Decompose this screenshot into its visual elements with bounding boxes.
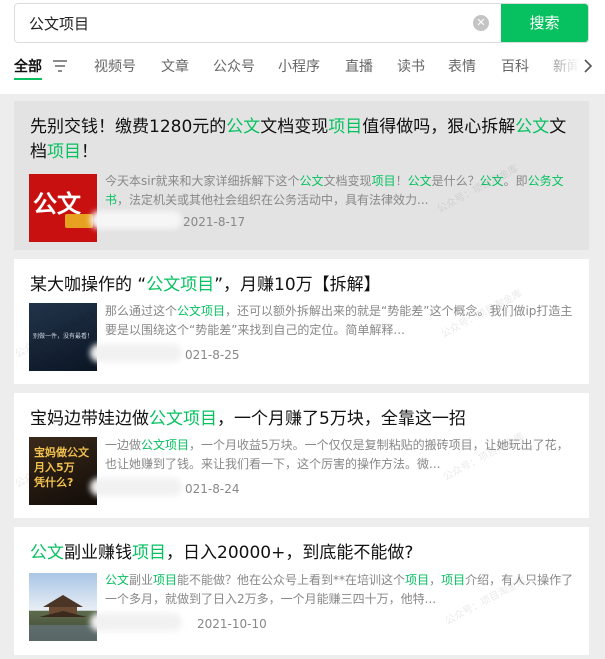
highlighted-keyword: 项目 bbox=[153, 573, 178, 587]
highlighted-keyword: 项目 bbox=[441, 573, 466, 587]
tab-live[interactable]: 直播 bbox=[345, 56, 373, 78]
result-card-1[interactable]: 先别交钱！缴费1280元的公文文档变现项目值得做吗，狠心拆解公文文档项目！ 公文… bbox=[14, 101, 589, 250]
result-thumbnail bbox=[29, 573, 97, 641]
result-title[interactable]: 某大咖操作的 “公文项目”，月赚10万【拆解】 bbox=[30, 273, 580, 298]
result-thumbnail: 宝妈做公文 月入5万 凭什么? bbox=[29, 437, 97, 505]
highlighted-keyword: 公文项目 bbox=[177, 304, 226, 318]
thumbnail-decoration bbox=[65, 214, 93, 228]
highlighted-keyword: 项目 bbox=[328, 117, 363, 137]
tabs-fade bbox=[540, 52, 580, 82]
highlighted-keyword: 公文 bbox=[407, 174, 432, 188]
highlighted-keyword: 公文项目 bbox=[141, 438, 190, 452]
result-card-4[interactable]: 公文副业赚钱项目，日入20000+，到底能不能做? 公文副业项目能不能做？他在公… bbox=[14, 527, 589, 655]
result-date: 2021-8-17 bbox=[183, 215, 246, 229]
clear-search-button[interactable]: ✕ bbox=[473, 15, 489, 31]
result-date: 021-8-25 bbox=[185, 348, 240, 362]
result-description: 今天本sir就来和大家详细拆解下这个公文文档变现项目！公文是什么？公文。即公务文… bbox=[105, 174, 564, 207]
result-description: 那么通过这个公文项目，还可以额外拆解出来的就是“势能差”这个概念。我们做ip打造… bbox=[105, 304, 573, 337]
thumbnail-text: 别做一件，没有最看！ bbox=[33, 333, 94, 340]
result-date: 2021-10-10 bbox=[197, 617, 267, 631]
result-title[interactable]: 公文副业赚钱项目，日入20000+，到底能不能做? bbox=[30, 541, 580, 566]
highlighted-keyword: 项目 bbox=[47, 142, 81, 162]
search-button[interactable]: 搜索 bbox=[501, 4, 588, 42]
search-input[interactable] bbox=[15, 4, 505, 42]
highlighted-keyword: 项目 bbox=[132, 543, 166, 563]
thumbnail-text: 宝妈做公文 月入5万 凭什么? bbox=[34, 446, 89, 489]
blurred-source bbox=[90, 613, 182, 631]
highlighted-keyword: 公文 bbox=[299, 174, 324, 188]
highlighted-keyword: 项目 bbox=[405, 573, 430, 587]
chevron-right-icon[interactable] bbox=[582, 58, 594, 74]
filter-icon[interactable] bbox=[52, 59, 68, 73]
tab-all-label: 全部 bbox=[14, 59, 42, 75]
result-description: 一边做公文项目，一个月收益5万块。一个仅仅是复制粘贴的搬砖项目，让她玩出了花，也… bbox=[105, 438, 569, 471]
highlighted-keyword: 公文 bbox=[105, 573, 130, 587]
highlighted-keyword: 项目 bbox=[371, 174, 396, 188]
highlighted-keyword: 公文 bbox=[515, 117, 550, 137]
search-header: ✕ 搜索 全部 视频号 文章 公众号 小程序 直播 读书 表情 百科 新闻 bbox=[0, 0, 605, 94]
result-title[interactable]: 宝妈边带娃边做公文项目，一个月赚了5万块，全靠这一招 bbox=[30, 407, 580, 432]
category-tabs: 全部 视频号 文章 公众号 小程序 直播 读书 表情 百科 新闻 bbox=[14, 56, 589, 80]
highlighted-keyword: 公文 bbox=[30, 543, 64, 563]
result-description: 公文副业项目能不能做？他在公众号上看到**在培训这个项目，项目介绍，有人只操作了… bbox=[105, 573, 574, 606]
result-thumbnail: 别做一件，没有最看！ bbox=[29, 303, 97, 371]
blurred-source bbox=[90, 344, 182, 362]
pavilion-image bbox=[29, 595, 97, 641]
result-card-2[interactable]: 某大咖操作的 “公文项目”，月赚10万【拆解】 别做一件，没有最看！ 那么通过这… bbox=[14, 259, 589, 384]
result-card-3[interactable]: 宝妈边带娃边做公文项目，一个月赚了5万块，全靠这一招 宝妈做公文 月入5万 凭什… bbox=[14, 393, 589, 518]
tab-articles[interactable]: 文章 bbox=[161, 56, 189, 78]
highlighted-keyword: 公文 bbox=[479, 174, 504, 188]
tab-accounts[interactable]: 公众号 bbox=[213, 56, 255, 78]
tab-channels[interactable]: 视频号 bbox=[94, 56, 136, 78]
search-bar: ✕ 搜索 bbox=[14, 3, 589, 43]
close-icon: ✕ bbox=[476, 16, 486, 29]
highlighted-keyword: 公文项目 bbox=[149, 409, 217, 429]
tab-miniprograms[interactable]: 小程序 bbox=[278, 56, 320, 78]
blurred-source bbox=[90, 211, 182, 229]
tab-books[interactable]: 读书 bbox=[397, 56, 425, 78]
result-date: 021-8-24 bbox=[185, 482, 240, 496]
result-title[interactable]: 先别交钱！缴费1280元的公文文档变现项目值得做吗，狠心拆解公文文档项目！ bbox=[30, 115, 580, 165]
blurred-source bbox=[90, 478, 182, 496]
active-tab-underline bbox=[14, 78, 42, 80]
highlighted-keyword: 公文项目 bbox=[146, 275, 215, 295]
tab-stickers[interactable]: 表情 bbox=[448, 56, 476, 78]
tab-all[interactable]: 全部 bbox=[14, 56, 42, 78]
highlighted-keyword: 公文 bbox=[226, 117, 261, 137]
tab-wiki[interactable]: 百科 bbox=[501, 56, 529, 78]
result-thumbnail: 公文 bbox=[29, 174, 97, 242]
